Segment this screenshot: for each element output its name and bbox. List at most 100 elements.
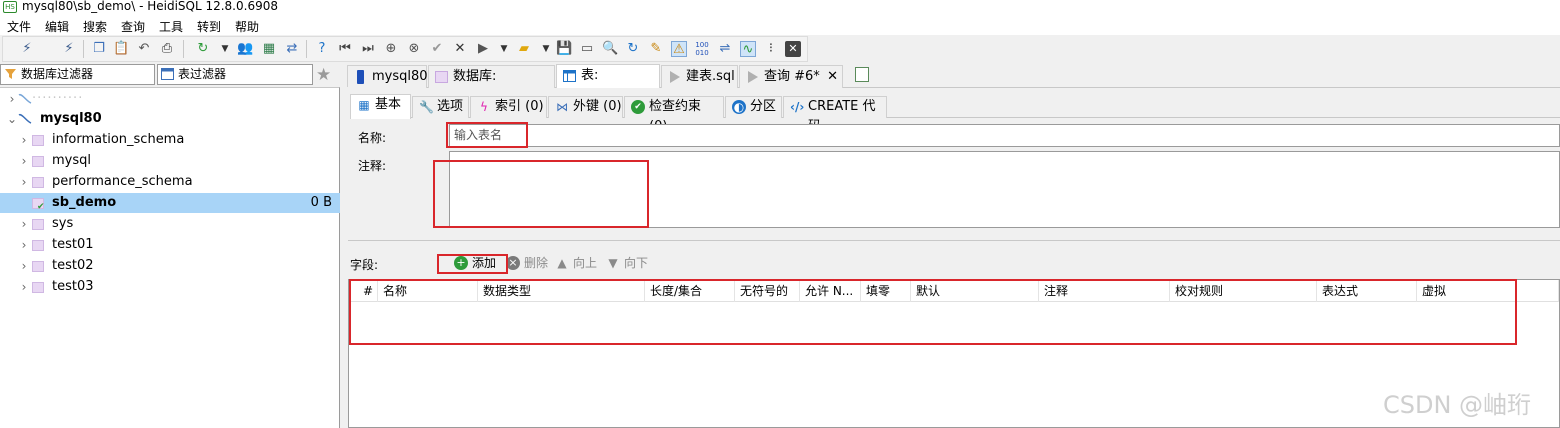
tab-options[interactable]: 🔧 选项 xyxy=(412,96,469,118)
move-down-label: 向下 xyxy=(624,256,649,270)
menu-query[interactable]: 查询 xyxy=(121,18,145,35)
database-filter-icon xyxy=(5,69,16,79)
wrap-icon[interactable]: ⇌ xyxy=(717,41,733,57)
delete-record-icon[interactable]: ⊗ xyxy=(406,41,422,57)
tab-create-code[interactable]: ‹/› CREATE 代码 xyxy=(783,96,887,134)
tree-node-database[interactable]: › test02 xyxy=(0,256,340,276)
move-down-button[interactable]: ▼ 向下 xyxy=(606,254,648,272)
tab-close-icon[interactable]: ✕ xyxy=(827,66,838,87)
move-up-button[interactable]: ▲ 向上 xyxy=(555,254,597,272)
tree-node-database[interactable]: › mysql xyxy=(0,151,340,171)
database-icon xyxy=(32,240,44,251)
tab-host[interactable]: mysql80 xyxy=(347,65,428,88)
database-name: performance_schema xyxy=(52,174,193,189)
database-name: information_schema xyxy=(52,132,185,147)
tab-query[interactable]: 查询 #6* ✕ xyxy=(739,65,843,88)
server-icon xyxy=(18,93,32,104)
first-record-icon[interactable]: ⏮ xyxy=(337,41,353,57)
new-query-tab-icon[interactable] xyxy=(855,67,869,82)
save-snippet-icon[interactable]: ▭ xyxy=(579,41,595,57)
chevron-right-icon[interactable]: › xyxy=(19,235,29,255)
menu-edit[interactable]: 编辑 xyxy=(45,18,69,35)
database-name: test03 xyxy=(52,279,94,294)
close-tab-icon[interactable]: ✕ xyxy=(785,41,801,57)
user-manager-icon[interactable]: 👥 xyxy=(237,41,253,57)
tab-foreign-keys[interactable]: ⋈ 外键 (0) xyxy=(548,96,623,118)
format-icon[interactable]: ✎ xyxy=(648,41,664,57)
transfer-icon[interactable]: ⇄ xyxy=(284,41,300,57)
last-record-icon[interactable]: ⏭ xyxy=(360,41,376,57)
tree-node-server[interactable]: ⌄ mysql80 xyxy=(0,109,340,129)
tab-table[interactable]: 表: [Untitled] xyxy=(556,64,660,104)
refresh-dropdown-icon[interactable]: ▼ xyxy=(217,41,233,57)
blurred-server-name: ·········· xyxy=(32,91,84,106)
more-icon[interactable]: ⁝ xyxy=(763,41,779,57)
fields-label: 字段: xyxy=(350,258,379,272)
tab-label: 查询 #6* xyxy=(764,69,820,84)
replace-icon[interactable]: ↻ xyxy=(625,41,641,57)
database-name: sb_demo xyxy=(52,195,117,210)
chevron-right-icon[interactable]: › xyxy=(19,151,29,171)
chevron-right-icon[interactable]: › xyxy=(19,130,29,150)
print-icon[interactable]: ⎙ xyxy=(159,41,175,57)
lightning-icon: ϟ xyxy=(480,100,488,114)
menu-help[interactable]: 帮助 xyxy=(235,18,259,35)
tab-indexes[interactable]: ϟ 索引 (0) xyxy=(470,96,547,118)
save-icon[interactable]: 💾 xyxy=(556,41,572,57)
vertical-splitter[interactable] xyxy=(340,87,348,428)
export-icon[interactable]: ▦ xyxy=(261,41,277,57)
highlight-box-columns xyxy=(349,279,1517,345)
execute-dropdown-icon[interactable]: ▼ xyxy=(496,41,512,57)
undo-icon[interactable]: ↶ xyxy=(136,41,152,57)
add-record-icon[interactable]: ⊕ xyxy=(383,41,399,57)
paste-icon[interactable]: 📋 xyxy=(113,41,129,57)
chevron-down-icon[interactable]: ⌄ xyxy=(7,109,17,129)
foreign-key-icon: ⋈ xyxy=(556,100,568,114)
tree-node-database[interactable]: › information_schema xyxy=(0,130,340,150)
execute-icon[interactable]: ▶ xyxy=(475,41,491,57)
tree-node-database[interactable]: › sys xyxy=(0,214,340,234)
tree-node-database-selected[interactable]: ✔ sb_demo 0 B xyxy=(0,193,340,213)
chevron-right-icon[interactable]: › xyxy=(7,89,17,109)
menu-goto[interactable]: 转到 xyxy=(197,18,221,35)
chevron-right-icon[interactable]: › xyxy=(19,172,29,192)
binary-icon[interactable]: 100 010 xyxy=(694,41,710,57)
cancel-record-icon[interactable]: ✕ xyxy=(452,41,468,57)
refresh-icon[interactable]: ↻ xyxy=(195,41,211,57)
chevron-right-icon[interactable]: › xyxy=(19,214,29,234)
autocomplete-toggle-icon[interactable]: ∿ xyxy=(740,41,756,57)
chevron-right-icon[interactable]: › xyxy=(19,256,29,276)
tab-database[interactable]: 数据库: sb_demo xyxy=(428,65,555,105)
tab-check-constraints[interactable]: ✔ 检查约束 (0) xyxy=(624,96,724,134)
table-name-input[interactable]: 输入表名 xyxy=(449,124,1560,147)
disconnect-icon[interactable]: ⚡ xyxy=(61,41,77,57)
horizontal-splitter[interactable] xyxy=(348,240,1560,243)
tab-partitions[interactable]: ◐ 分区 xyxy=(725,96,782,118)
tree-node-database[interactable]: › test01 xyxy=(0,235,340,255)
favorites-star-icon[interactable]: ★ xyxy=(316,65,331,85)
menu-file[interactable]: 文件 xyxy=(7,18,31,35)
tab-sql-file[interactable]: 建表.sql xyxy=(661,65,738,88)
copy-icon[interactable]: ❐ xyxy=(91,41,107,57)
post-record-icon[interactable]: ✔ xyxy=(429,41,445,57)
help-icon[interactable]: ? xyxy=(314,41,330,57)
tree-node-server-blurred[interactable]: › ·········· xyxy=(0,89,340,109)
warning-toggle-icon[interactable]: ⚠ xyxy=(671,41,687,57)
open-file-dropdown-icon[interactable]: ▼ xyxy=(538,41,554,57)
find-icon[interactable]: 🔍 xyxy=(602,41,618,57)
delete-column-button[interactable]: × 删除 xyxy=(506,254,548,272)
tree-node-database[interactable]: › performance_schema xyxy=(0,172,340,192)
open-file-icon[interactable]: ▰ xyxy=(516,41,532,57)
menu-tools[interactable]: 工具 xyxy=(159,18,183,35)
menu-search[interactable]: 搜索 xyxy=(83,18,107,35)
main-toolbar: ⚡ ⚡ ❐ 📋 ↶ ⎙ ↻ ▼ 👥 ▦ ⇄ ? ⏮ ⏭ ⊕ ⊗ ✔ ✕ ▶ ▼ … xyxy=(2,36,808,62)
connect-icon[interactable]: ⚡ xyxy=(19,41,35,57)
chevron-right-icon[interactable]: › xyxy=(19,277,29,297)
database-name: test02 xyxy=(52,258,94,273)
tab-label: 建表.sql xyxy=(686,69,735,84)
tab-basic[interactable]: ▦ 基本 xyxy=(350,94,411,119)
tree-node-database[interactable]: › test03 xyxy=(0,277,340,297)
table-filter-input[interactable]: 表过滤器 xyxy=(157,64,313,85)
database-filter-input[interactable]: 数据库过滤器 xyxy=(0,64,155,85)
database-icon xyxy=(32,177,44,188)
